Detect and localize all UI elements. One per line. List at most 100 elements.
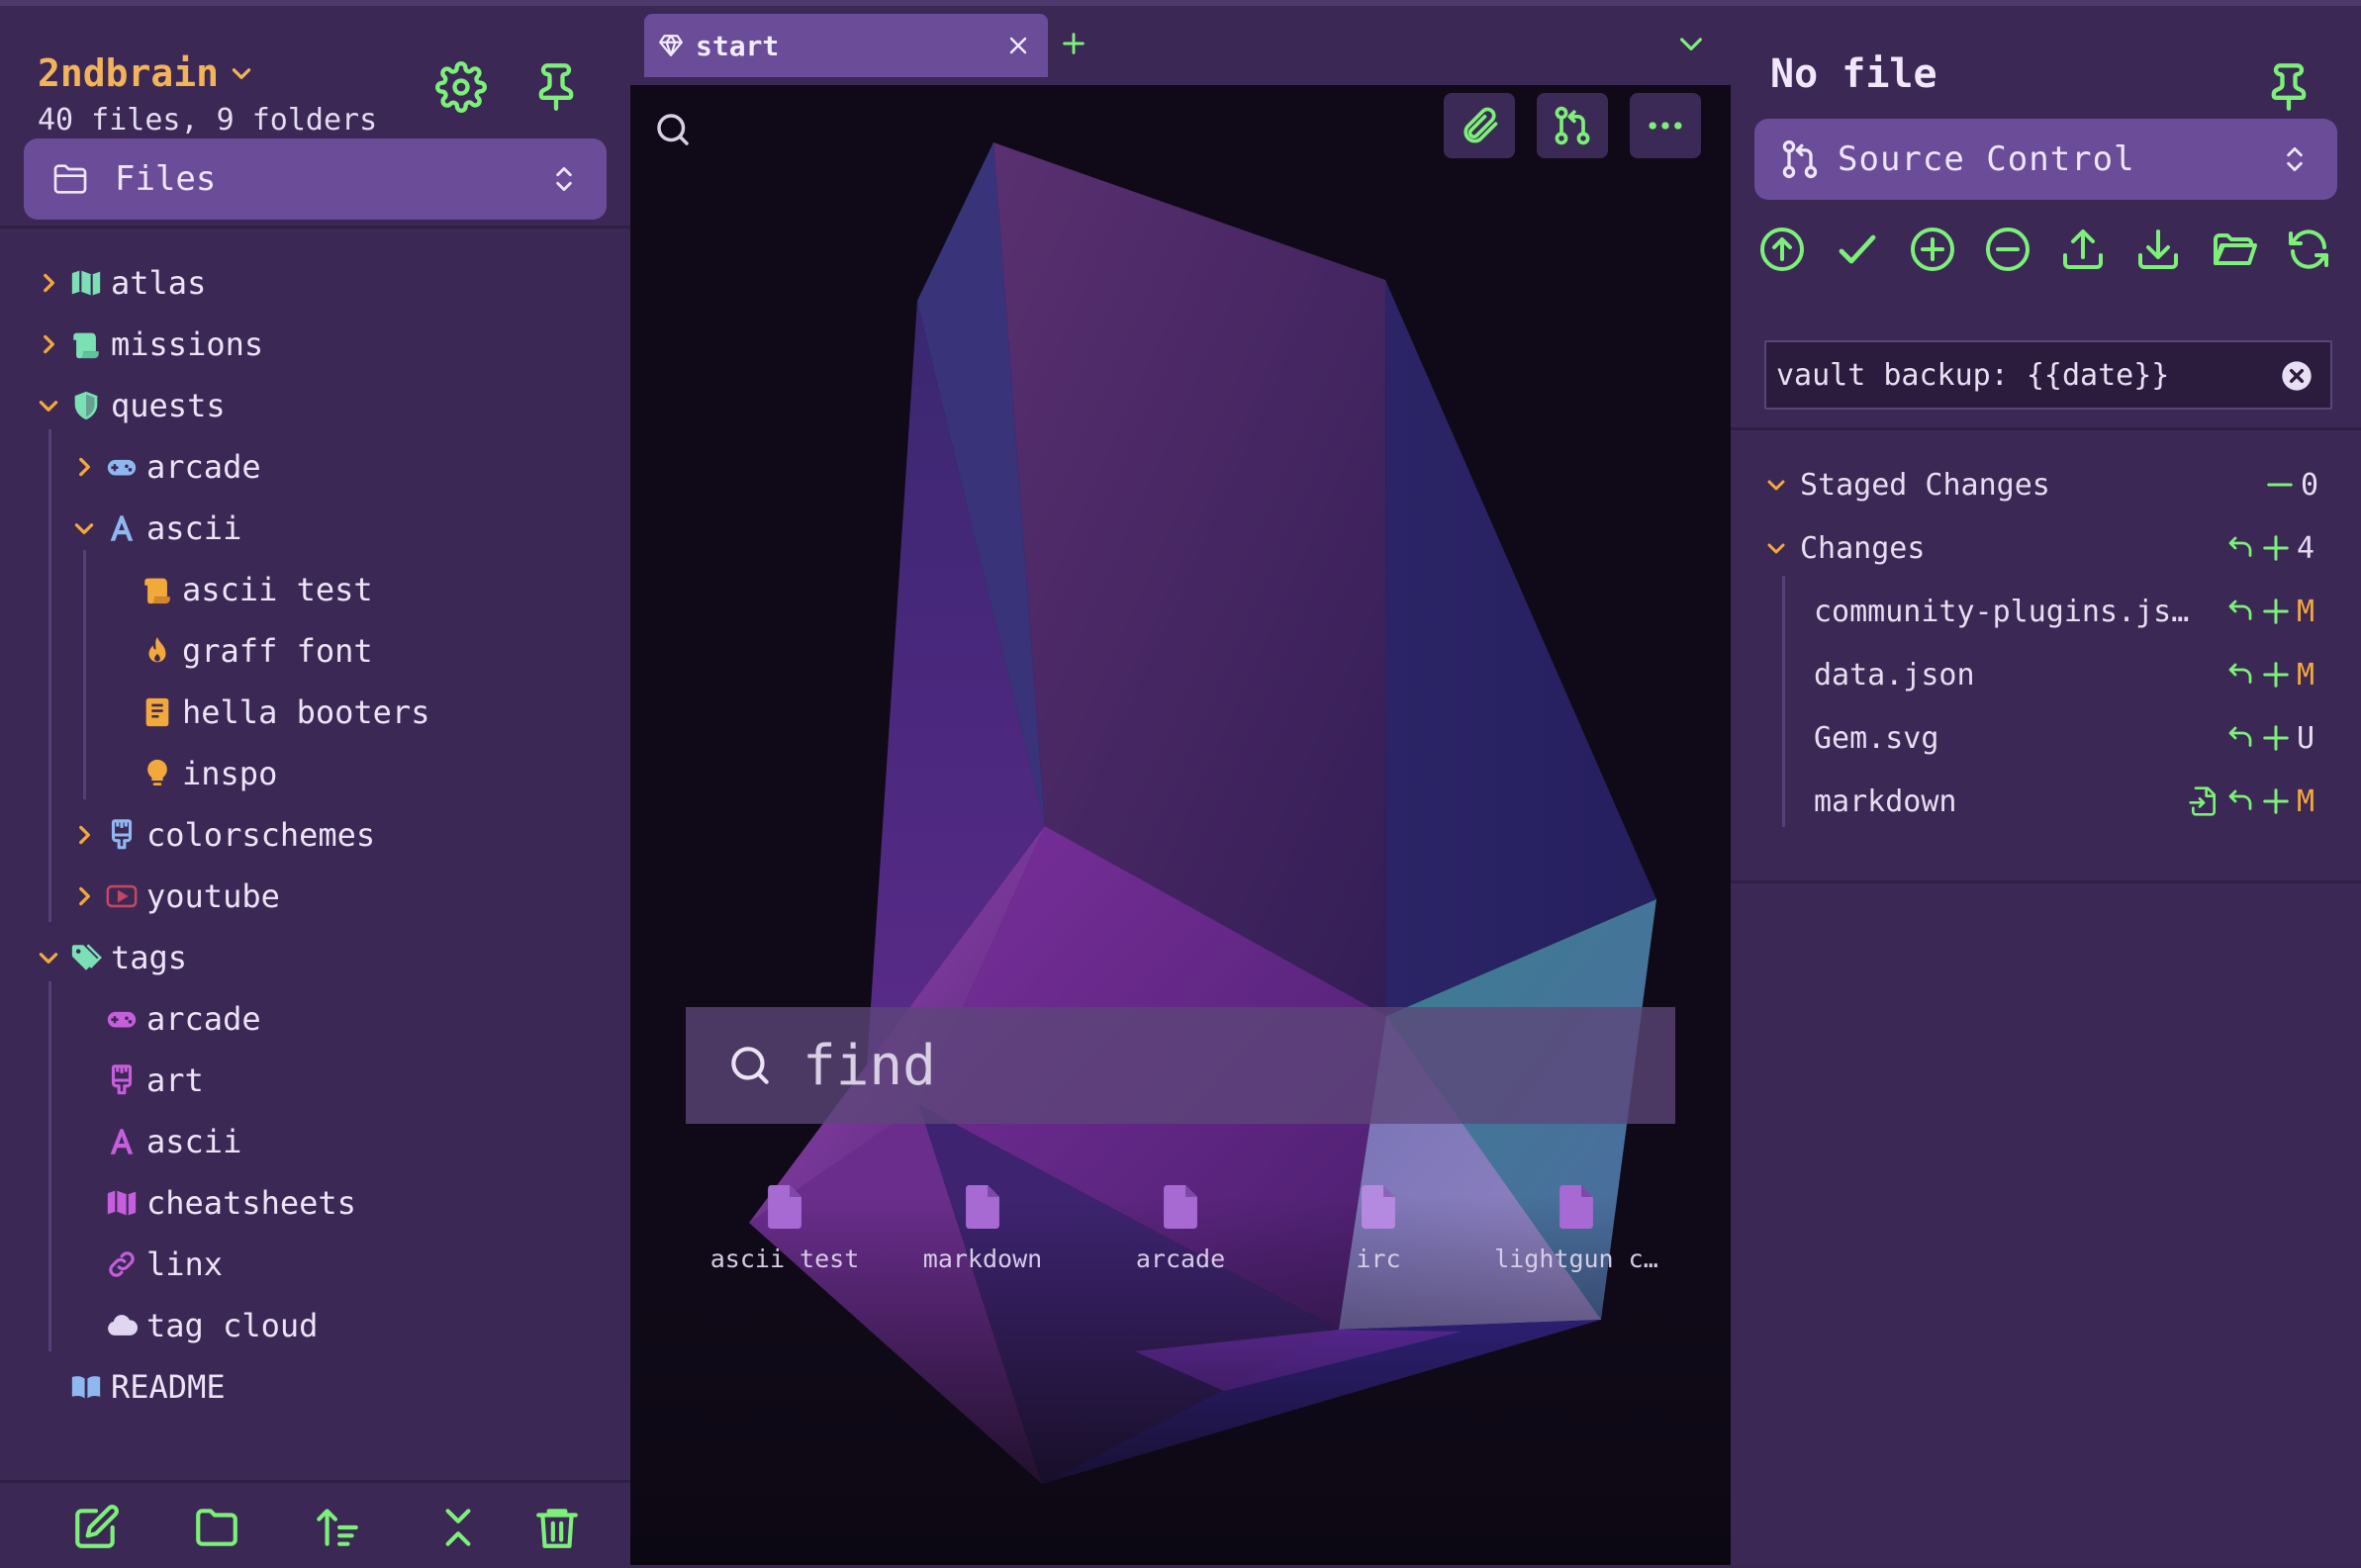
staged-changes-header[interactable]: Staged Changes — [1764, 455, 2050, 514]
tree-guide — [48, 429, 51, 922]
folder-open-icon[interactable] — [2210, 226, 2257, 273]
refresh-icon[interactable] — [2285, 226, 2332, 273]
upload-icon[interactable] — [2059, 226, 2107, 273]
lightbulb-icon — [147, 759, 167, 786]
tree-file-tag-linx[interactable]: linx — [105, 1235, 223, 1294]
chevron-right-icon — [79, 457, 90, 477]
cloud-icon — [108, 1315, 139, 1336]
unstage-all-minus-icon[interactable] — [1984, 226, 2031, 273]
attachment-button[interactable] — [1444, 93, 1515, 158]
panel-title: No file — [1770, 51, 1937, 97]
stage-plus-icon[interactable] — [2261, 533, 2291, 563]
discard-undo-icon[interactable] — [2225, 660, 2255, 690]
collapse-all-icon[interactable] — [433, 1503, 483, 1552]
stage-plus-icon[interactable] — [2261, 723, 2291, 753]
changed-file-row[interactable]: Gem.svg — [1814, 708, 1938, 768]
tree-label: missions — [111, 325, 264, 363]
stage-plus-icon[interactable] — [2261, 597, 2291, 626]
settings-gear-icon[interactable] — [435, 61, 487, 113]
changes-header[interactable]: Changes — [1764, 518, 1925, 578]
tree-file-graff-font[interactable]: graff font — [141, 621, 373, 681]
discard-undo-icon[interactable] — [2225, 786, 2255, 816]
discard-undo-icon[interactable] — [2225, 533, 2255, 563]
changed-file-name: community-plugins.js… — [1814, 594, 2190, 629]
tree-folder-arcade[interactable]: arcade — [71, 437, 261, 497]
view-selector-files[interactable]: Files — [24, 138, 607, 220]
changed-file-name: markdown — [1814, 784, 1957, 819]
discard-undo-icon[interactable] — [2225, 723, 2255, 753]
tree-file-ascii-test[interactable]: ascii test — [141, 560, 373, 619]
file-status-badge: U — [2297, 720, 2315, 756]
stage-all-plus-icon[interactable] — [1909, 226, 1956, 273]
tree-label: arcade — [146, 1000, 261, 1038]
search-icon[interactable] — [652, 109, 694, 150]
pin-icon[interactable] — [2263, 61, 2314, 113]
discard-undo-icon[interactable] — [2225, 597, 2255, 626]
git-pull-request-icon — [1782, 139, 1818, 179]
tree-label: ascii test — [182, 571, 373, 608]
unstage-minus-icon[interactable] — [2265, 470, 2295, 500]
new-folder-icon[interactable] — [192, 1503, 241, 1552]
recent-file[interactable]: lightgun c… — [1477, 1185, 1675, 1273]
tree-folder-tags[interactable]: tags — [36, 928, 187, 987]
tree-file-tag-cloud[interactable]: tag cloud — [105, 1296, 318, 1355]
open-file-icon[interactable] — [2188, 785, 2219, 817]
chevron-down-icon[interactable] — [1675, 28, 1707, 59]
pin-icon[interactable] — [530, 61, 582, 113]
commit-message-input[interactable]: vault backup: {{date}} — [1764, 340, 2332, 410]
chevron-down-icon — [74, 523, 94, 534]
plus-icon[interactable] — [1058, 28, 1089, 59]
tree-folder-ascii[interactable]: ascii — [71, 499, 241, 558]
push-arrow-up-icon[interactable] — [1758, 226, 1806, 273]
tree-file-tag-ascii[interactable]: ascii — [105, 1112, 241, 1171]
recent-file-name: arcade — [1135, 1245, 1226, 1273]
tree-file-tag-cheatsheets[interactable]: cheatsheets — [105, 1173, 356, 1233]
tree-file-tag-arcade[interactable]: arcade — [105, 989, 261, 1049]
link-icon — [109, 1251, 135, 1277]
view-selector-source-control[interactable]: Source Control — [1754, 119, 2337, 200]
download-icon[interactable] — [2134, 226, 2182, 273]
changed-file-row[interactable]: markdown — [1814, 772, 1957, 831]
stage-plus-icon[interactable] — [2261, 786, 2291, 816]
tree-folder-colorschemes[interactable]: colorschemes — [71, 805, 375, 865]
vault-switcher[interactable]: 2ndbrain — [38, 51, 254, 95]
stage-plus-icon[interactable] — [2261, 660, 2291, 690]
font-letter-a-icon — [110, 1129, 134, 1154]
commit-check-icon[interactable] — [1834, 226, 1881, 273]
tree-folder-missions[interactable]: missions — [36, 315, 263, 374]
tree-file-inspo[interactable]: inspo — [141, 744, 277, 803]
tree-folder-atlas[interactable]: atlas — [36, 253, 206, 313]
tree-label: youtube — [146, 877, 280, 915]
tree-label: inspo — [182, 755, 278, 792]
more-options-button[interactable] — [1630, 93, 1701, 158]
close-icon[interactable] — [1006, 34, 1030, 57]
tree-label: quests — [111, 387, 226, 424]
tree-file-tag-art[interactable]: art — [105, 1051, 204, 1110]
font-letter-a-icon — [110, 515, 134, 541]
tree-label: tags — [111, 939, 188, 976]
right-sidebar: No file Source Control vault backup: {{d… — [1731, 6, 2361, 1565]
tree-file-readme[interactable]: README — [69, 1357, 226, 1417]
changed-file-row[interactable]: data.json — [1814, 645, 1975, 704]
tree-folder-quests[interactable]: quests — [36, 376, 226, 435]
tree-label: atlas — [111, 264, 207, 302]
recent-file[interactable]: irc — [1279, 1185, 1477, 1273]
map-icon — [71, 270, 101, 296]
tab-title: start — [696, 29, 780, 62]
tree-folder-youtube[interactable]: youtube — [71, 867, 280, 926]
changed-file-row[interactable]: community-plugins.js… — [1814, 582, 2189, 641]
new-note-icon[interactable] — [71, 1503, 121, 1552]
sort-icon[interactable] — [313, 1503, 362, 1552]
tab-start[interactable]: start — [644, 14, 1048, 77]
recent-file[interactable]: arcade — [1082, 1185, 1279, 1273]
tree-file-hella-booters[interactable]: hella booters — [141, 683, 429, 742]
tab-bar: start — [630, 6, 1731, 85]
file-icon — [1164, 1185, 1197, 1229]
tree-label: tag cloud — [146, 1307, 319, 1344]
clear-circle-x-icon[interactable] — [2281, 360, 2313, 392]
find-bar[interactable]: find — [686, 1007, 1675, 1124]
recent-file[interactable]: markdown — [884, 1185, 1082, 1273]
source-control-button[interactable] — [1537, 93, 1608, 158]
trash-icon[interactable] — [532, 1503, 582, 1552]
recent-file[interactable]: ascii test — [686, 1185, 884, 1273]
